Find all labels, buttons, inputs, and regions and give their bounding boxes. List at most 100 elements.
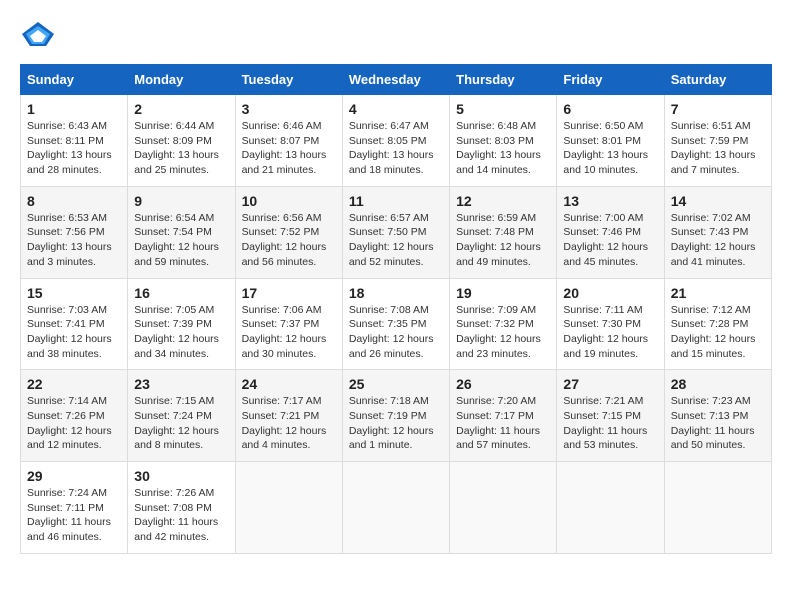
calendar-cell xyxy=(450,462,557,554)
cell-details: Sunrise: 6:59 AMSunset: 7:48 PMDaylight:… xyxy=(456,211,550,270)
day-number: 2 xyxy=(134,101,228,117)
day-number: 3 xyxy=(242,101,336,117)
column-header-thursday: Thursday xyxy=(450,65,557,95)
calendar-cell xyxy=(342,462,449,554)
day-number: 8 xyxy=(27,193,121,209)
calendar-cell: 1Sunrise: 6:43 AMSunset: 8:11 PMDaylight… xyxy=(21,95,128,187)
day-number: 29 xyxy=(27,468,121,484)
cell-details: Sunrise: 7:05 AMSunset: 7:39 PMDaylight:… xyxy=(134,303,228,362)
day-number: 22 xyxy=(27,376,121,392)
day-number: 10 xyxy=(242,193,336,209)
day-number: 26 xyxy=(456,376,550,392)
day-number: 6 xyxy=(563,101,657,117)
cell-details: Sunrise: 7:15 AMSunset: 7:24 PMDaylight:… xyxy=(134,394,228,453)
calendar-week-row: 1Sunrise: 6:43 AMSunset: 8:11 PMDaylight… xyxy=(21,95,772,187)
calendar-cell: 25 Sunrise: 7:18 AMSunset: 7:19 PMDayligh… xyxy=(342,370,449,462)
calendar-cell: 15Sunrise: 7:03 AMSunset: 7:41 PMDayligh… xyxy=(21,278,128,370)
cell-details: Sunrise: 6:51 AMSunset: 7:59 PMDaylight:… xyxy=(671,119,765,178)
day-number: 30 xyxy=(134,468,228,484)
day-number: 23 xyxy=(134,376,228,392)
calendar-cell: 24 Sunrise: 7:17 AMSunset: 7:21 PMDayligh… xyxy=(235,370,342,462)
cell-details: Sunrise: 6:47 AMSunset: 8:05 PMDaylight:… xyxy=(349,119,443,178)
calendar-week-row: 22 Sunrise: 7:14 AMSunset: 7:26 PMDayligh… xyxy=(21,370,772,462)
cell-details: Sunrise: 7:17 AMSunset: 7:21 PMDaylight:… xyxy=(242,394,336,453)
cell-details: Sunrise: 7:24 AMSunset: 7:11 PMDaylight:… xyxy=(27,486,121,545)
cell-details: Sunrise: 7:12 AMSunset: 7:28 PMDaylight:… xyxy=(671,303,765,362)
calendar-cell: 12Sunrise: 6:59 AMSunset: 7:48 PMDayligh… xyxy=(450,186,557,278)
calendar-cell: 18Sunrise: 7:08 AMSunset: 7:35 PMDayligh… xyxy=(342,278,449,370)
cell-details: Sunrise: 7:14 AMSunset: 7:26 PMDaylight:… xyxy=(27,394,121,453)
calendar-cell: 21 Sunrise: 7:12 AMSunset: 7:28 PMDayligh… xyxy=(664,278,771,370)
cell-details: Sunrise: 6:56 AMSunset: 7:52 PMDaylight:… xyxy=(242,211,336,270)
calendar-cell: 6 Sunrise: 6:50 AMSunset: 8:01 PMDaylight… xyxy=(557,95,664,187)
cell-details: Sunrise: 6:53 AMSunset: 7:56 PMDaylight:… xyxy=(27,211,121,270)
calendar-cell: 3 Sunrise: 6:46 AMSunset: 8:07 PMDaylight… xyxy=(235,95,342,187)
calendar-cell xyxy=(235,462,342,554)
calendar-cell: 11 Sunrise: 6:57 AMSunset: 7:50 PMDayligh… xyxy=(342,186,449,278)
cell-details: Sunrise: 7:11 AMSunset: 7:30 PMDaylight:… xyxy=(563,303,657,362)
calendar-cell: 8 Sunrise: 6:53 AMSunset: 7:56 PMDaylight… xyxy=(21,186,128,278)
day-number: 21 xyxy=(671,285,765,301)
cell-details: Sunrise: 6:50 AMSunset: 8:01 PMDaylight:… xyxy=(563,119,657,178)
day-number: 4 xyxy=(349,101,443,117)
cell-details: Sunrise: 6:48 AMSunset: 8:03 PMDaylight:… xyxy=(456,119,550,178)
cell-details: Sunrise: 7:09 AMSunset: 7:32 PMDaylight:… xyxy=(456,303,550,362)
day-number: 28 xyxy=(671,376,765,392)
day-number: 24 xyxy=(242,376,336,392)
calendar-cell xyxy=(557,462,664,554)
day-number: 13 xyxy=(563,193,657,209)
calendar-cell: 17Sunrise: 7:06 AMSunset: 7:37 PMDayligh… xyxy=(235,278,342,370)
cell-details: Sunrise: 6:43 AMSunset: 8:11 PMDaylight:… xyxy=(27,119,121,178)
cell-details: Sunrise: 7:02 AMSunset: 7:43 PMDaylight:… xyxy=(671,211,765,270)
logo-icon xyxy=(20,20,56,48)
calendar-week-row: 15Sunrise: 7:03 AMSunset: 7:41 PMDayligh… xyxy=(21,278,772,370)
calendar-cell: 14 Sunrise: 7:02 AMSunset: 7:43 PMDayligh… xyxy=(664,186,771,278)
cell-details: Sunrise: 7:20 AMSunset: 7:17 PMDaylight:… xyxy=(456,394,550,453)
day-number: 25 xyxy=(349,376,443,392)
column-header-saturday: Saturday xyxy=(664,65,771,95)
calendar-cell: 7Sunrise: 6:51 AMSunset: 7:59 PMDaylight… xyxy=(664,95,771,187)
calendar-week-row: 8 Sunrise: 6:53 AMSunset: 7:56 PMDaylight… xyxy=(21,186,772,278)
calendar-cell: 30Sunrise: 7:26 AMSunset: 7:08 PMDayligh… xyxy=(128,462,235,554)
calendar-cell: 16 Sunrise: 7:05 AMSunset: 7:39 PMDayligh… xyxy=(128,278,235,370)
day-number: 27 xyxy=(563,376,657,392)
calendar-cell: 20 Sunrise: 7:11 AMSunset: 7:30 PMDayligh… xyxy=(557,278,664,370)
cell-details: Sunrise: 6:57 AMSunset: 7:50 PMDaylight:… xyxy=(349,211,443,270)
day-number: 14 xyxy=(671,193,765,209)
calendar-cell: 27 Sunrise: 7:21 AMSunset: 7:15 PMDayligh… xyxy=(557,370,664,462)
page-header xyxy=(20,20,772,48)
cell-details: Sunrise: 7:18 AMSunset: 7:19 PMDaylight:… xyxy=(349,394,443,453)
calendar-cell: 28 Sunrise: 7:23 AMSunset: 7:13 PMDayligh… xyxy=(664,370,771,462)
column-header-wednesday: Wednesday xyxy=(342,65,449,95)
day-number: 19 xyxy=(456,285,550,301)
calendar-cell: 2 Sunrise: 6:44 AMSunset: 8:09 PMDaylight… xyxy=(128,95,235,187)
day-number: 9 xyxy=(134,193,228,209)
calendar-cell: 5 Sunrise: 6:48 AMSunset: 8:03 PMDaylight… xyxy=(450,95,557,187)
day-number: 5 xyxy=(456,101,550,117)
calendar-cell: 10 Sunrise: 6:56 AMSunset: 7:52 PMDayligh… xyxy=(235,186,342,278)
cell-details: Sunrise: 7:23 AMSunset: 7:13 PMDaylight:… xyxy=(671,394,765,453)
cell-details: Sunrise: 6:44 AMSunset: 8:09 PMDaylight:… xyxy=(134,119,228,178)
calendar-cell: 19 Sunrise: 7:09 AMSunset: 7:32 PMDayligh… xyxy=(450,278,557,370)
cell-details: Sunrise: 7:00 AMSunset: 7:46 PMDaylight:… xyxy=(563,211,657,270)
column-header-tuesday: Tuesday xyxy=(235,65,342,95)
column-header-friday: Friday xyxy=(557,65,664,95)
day-number: 16 xyxy=(134,285,228,301)
calendar-cell: 23 Sunrise: 7:15 AMSunset: 7:24 PMDayligh… xyxy=(128,370,235,462)
cell-details: Sunrise: 7:21 AMSunset: 7:15 PMDaylight:… xyxy=(563,394,657,453)
day-number: 20 xyxy=(563,285,657,301)
column-header-monday: Monday xyxy=(128,65,235,95)
calendar-cell: 4 Sunrise: 6:47 AMSunset: 8:05 PMDaylight… xyxy=(342,95,449,187)
calendar-cell: 26 Sunrise: 7:20 AMSunset: 7:17 PMDayligh… xyxy=(450,370,557,462)
calendar-header-row: SundayMondayTuesdayWednesdayThursdayFrid… xyxy=(21,65,772,95)
calendar-cell: 13 Sunrise: 7:00 AMSunset: 7:46 PMDayligh… xyxy=(557,186,664,278)
day-number: 11 xyxy=(349,193,443,209)
logo xyxy=(20,20,62,48)
calendar-cell: 29 Sunrise: 7:24 AMSunset: 7:11 PMDayligh… xyxy=(21,462,128,554)
cell-details: Sunrise: 7:08 AMSunset: 7:35 PMDaylight:… xyxy=(349,303,443,362)
cell-details: Sunrise: 6:46 AMSunset: 8:07 PMDaylight:… xyxy=(242,119,336,178)
calendar-cell: 22 Sunrise: 7:14 AMSunset: 7:26 PMDayligh… xyxy=(21,370,128,462)
cell-details: Sunrise: 7:03 AMSunset: 7:41 PMDaylight:… xyxy=(27,303,121,362)
calendar-table: SundayMondayTuesdayWednesdayThursdayFrid… xyxy=(20,64,772,554)
calendar-cell: 9Sunrise: 6:54 AMSunset: 7:54 PMDaylight… xyxy=(128,186,235,278)
